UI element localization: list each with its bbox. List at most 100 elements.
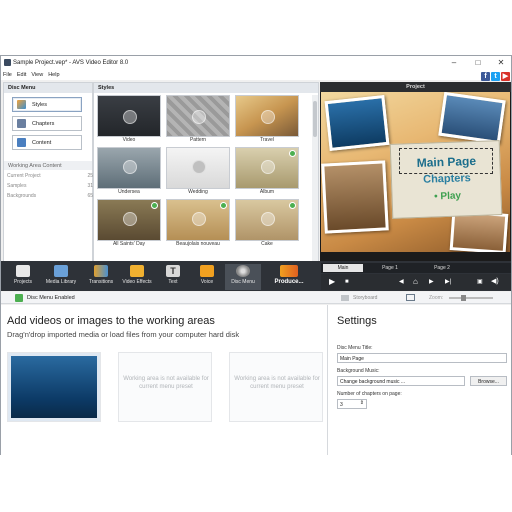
downloaded-badge-icon	[289, 150, 296, 157]
text-icon: T	[166, 265, 180, 277]
menu-file[interactable]: File	[3, 72, 12, 78]
selection-box[interactable]	[399, 148, 493, 174]
menu-title-label: Disc Menu Title:	[337, 345, 373, 351]
style-tile-video[interactable]: Video	[97, 95, 161, 145]
project-header: Project	[320, 82, 511, 92]
settings-title: Settings	[337, 315, 377, 327]
monitor-icon[interactable]	[406, 294, 415, 301]
project-preview: Project Main Page Chapters • Play	[320, 82, 511, 262]
background-music-label: Background Music:	[337, 368, 380, 374]
twitter-icon[interactable]: t	[491, 72, 500, 81]
working-area-1[interactable]	[7, 352, 101, 422]
stop-icon[interactable]: ■	[345, 277, 349, 287]
background-music-field[interactable]: Change background music ...	[337, 376, 465, 386]
style-tile-wedding[interactable]: Wedding	[166, 147, 230, 197]
styles-icon	[17, 100, 26, 109]
style-tile-album[interactable]: Album	[235, 147, 299, 197]
app-window: Sample Project.vep* - AVS Video Editor 8…	[0, 55, 512, 455]
tab-transitions[interactable]: Transitions	[83, 264, 119, 290]
placeholder-icon	[261, 110, 275, 124]
menu-edit[interactable]: Edit	[17, 72, 26, 78]
storyboard-icon[interactable]	[341, 295, 349, 301]
working-area-header: Working Area Content	[4, 161, 92, 170]
content-button[interactable]: Content	[12, 135, 82, 150]
title-bar: Sample Project.vep* - AVS Video Editor 8…	[1, 56, 511, 69]
style-tile-travel[interactable]: Travel	[235, 95, 299, 145]
youtube-icon[interactable]: ▶	[501, 72, 510, 81]
content-icon	[17, 138, 26, 147]
tab-text[interactable]: T Text	[155, 264, 191, 290]
menu-preview-canvas[interactable]: Main Page Chapters • Play	[321, 92, 510, 252]
stepper-arrows-icon[interactable]: ⇕	[360, 400, 364, 406]
disc-menu-toolbar: Disc Menu Enabled Storyboard Zoom:	[1, 292, 511, 304]
zoom-slider[interactable]	[449, 297, 493, 299]
end-icon[interactable]: ▶|	[445, 277, 451, 287]
work-subtitle: Drag'n'drop imported media or load files…	[7, 330, 240, 339]
style-tile-cake[interactable]: Cake	[235, 199, 299, 249]
downloaded-badge-icon	[220, 202, 227, 209]
settings-panel: Settings Disc Menu Title: Main Page Back…	[327, 305, 511, 455]
chapters-count-stepper[interactable]: 3 ⇕	[337, 399, 367, 409]
styles-scrollbar[interactable]	[312, 95, 318, 261]
previous-icon[interactable]: ◀	[399, 277, 404, 287]
working-areas: Add videos or images to the working area…	[1, 305, 327, 455]
home-icon[interactable]: ⌂	[413, 277, 418, 287]
scrollbar-thumb[interactable]	[313, 101, 317, 137]
volume-icon[interactable]: ◀)	[491, 277, 499, 287]
style-tile-undersea[interactable]: Undersea	[97, 147, 161, 197]
styles-button[interactable]: Styles	[12, 97, 82, 112]
microphone-icon	[200, 265, 214, 277]
facebook-icon[interactable]: f	[481, 72, 490, 81]
disc-menu-enabled-checkbox[interactable]	[15, 294, 23, 302]
placeholder-icon	[192, 212, 206, 226]
downloaded-badge-icon	[289, 202, 296, 209]
minimize-button[interactable]: –	[443, 56, 465, 69]
menu-bar: File Edit View Help	[1, 69, 511, 80]
downloaded-badge-icon	[151, 202, 158, 209]
play-icon[interactable]: ▶	[329, 277, 335, 287]
placeholder-icon	[123, 110, 137, 124]
maximize-button[interactable]: □	[467, 56, 489, 69]
tab-disc-menu[interactable]: Disc Menu	[225, 264, 261, 290]
placeholder-icon	[261, 160, 275, 174]
placeholder-icon	[192, 110, 206, 124]
window-title: Sample Project.vep* - AVS Video Editor 8…	[13, 59, 129, 66]
chapters-button[interactable]: Chapters	[12, 116, 82, 131]
style-tile-beaujolais-nouveau[interactable]: Beaujolais nouveau	[166, 199, 230, 249]
working-area-item[interactable]: Current Project 25	[7, 173, 93, 179]
working-area-2[interactable]: Working area is not available for curren…	[118, 352, 212, 422]
placeholder-icon	[123, 160, 137, 174]
style-tile-all-saints-day[interactable]: All Saints' Day	[97, 199, 161, 249]
browse-button[interactable]: Browse...	[470, 376, 507, 386]
working-area-item[interactable]: Backgrounds 65	[7, 193, 93, 199]
preview-photo	[324, 95, 390, 151]
close-button[interactable]: ✕	[490, 56, 512, 69]
playback-controls: ▶ ■ ◀ ⌂ ▶ ▶| ▣ ◀)	[321, 274, 511, 290]
tab-voice[interactable]: Voice	[189, 264, 225, 290]
working-area-item[interactable]: Samples 31	[7, 183, 93, 189]
styles-panel: Styles Video Pattern Travel Undersea Wed…	[93, 82, 319, 262]
zoom-slider-thumb[interactable]	[461, 295, 466, 301]
tab-video-effects[interactable]: Video Effects	[119, 264, 155, 290]
star-icon	[130, 265, 144, 277]
chapters-count-label: Number of chapters on page:	[337, 391, 402, 397]
produce-button[interactable]: Produce...	[269, 264, 309, 290]
next-icon[interactable]: ▶	[429, 277, 434, 287]
disc-menu-enabled-label: Disc Menu Enabled	[27, 295, 75, 301]
tab-main[interactable]: Main	[323, 264, 363, 272]
tab-page-2[interactable]: Page 2	[417, 264, 467, 272]
work-title: Add videos or images to the working area…	[7, 315, 215, 327]
fullscreen-icon[interactable]: ▣	[477, 277, 483, 287]
working-area-3[interactable]: Working area is not available for curren…	[229, 352, 323, 422]
menu-title-field[interactable]: Main Page	[337, 353, 507, 363]
style-tile-pattern[interactable]: Pattern	[166, 95, 230, 145]
media-thumbnail	[11, 356, 97, 418]
disc-icon	[236, 265, 250, 277]
tab-page-1[interactable]: Page 1	[365, 264, 415, 272]
clapper-icon	[16, 265, 30, 277]
menu-view[interactable]: View	[31, 72, 43, 78]
play-link-text[interactable]: • Play	[392, 189, 502, 204]
tab-media-library[interactable]: Media Library	[43, 264, 79, 290]
menu-help[interactable]: Help	[48, 72, 59, 78]
tab-projects[interactable]: Projects	[5, 264, 41, 290]
